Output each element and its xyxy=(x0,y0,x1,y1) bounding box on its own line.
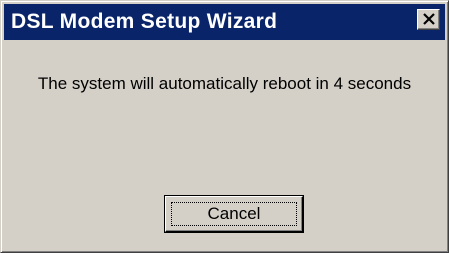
cancel-button[interactable]: Cancel xyxy=(165,196,303,232)
wizard-dialog-window: DSL Modem Setup Wizard The system will a… xyxy=(0,0,449,253)
reboot-message: The system will automatically reboot in … xyxy=(37,74,412,93)
window-title: DSL Modem Setup Wizard xyxy=(11,10,278,33)
title-bar[interactable]: DSL Modem Setup Wizard xyxy=(4,4,445,40)
close-x-icon xyxy=(423,13,435,25)
cancel-button-label: Cancel xyxy=(207,204,261,223)
close-button[interactable] xyxy=(417,9,440,30)
